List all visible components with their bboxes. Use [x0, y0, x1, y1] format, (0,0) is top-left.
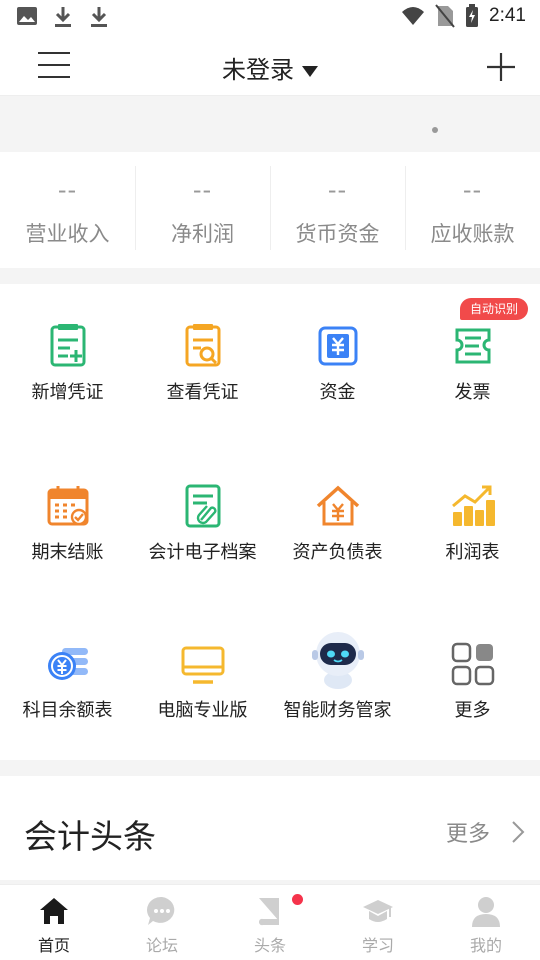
profit-chart-icon [452, 485, 495, 526]
download-icon [91, 7, 107, 27]
tab-label: 论坛 [145, 936, 178, 955]
bottom-tab-bar: 首页 论坛 头条 学习 我的 [0, 884, 540, 960]
tab-label: 首页 [37, 936, 70, 955]
tab-headlines[interactable]: 头条 [216, 885, 324, 960]
caret-down-icon [302, 65, 318, 77]
headlines-section: 会计头条 更多 [0, 776, 540, 880]
robot-icon [312, 632, 364, 689]
stat-label: 净利润 [171, 222, 234, 246]
no-sim-icon [435, 4, 455, 28]
carousel-dot [474, 127, 480, 133]
smart-finance-assistant-button[interactable]: 智能财务管家 [270, 602, 405, 752]
auto-recognize-badge: 自动识别 [460, 298, 528, 320]
forum-icon [147, 896, 175, 925]
carousel-indicator [432, 127, 494, 133]
tab-home[interactable]: 首页 [0, 885, 108, 960]
home-icon [40, 898, 68, 924]
add-voucher-icon [50, 324, 86, 367]
status-bar: 2:41 [0, 0, 540, 36]
e-archive-button[interactable]: 会计电子档案 [135, 444, 270, 594]
grid-item-label: 智能财务管家 [283, 700, 392, 721]
balance-sheet-button[interactable]: 资产负债表 [270, 444, 405, 594]
headlines-icon [258, 898, 279, 926]
funds-icon [318, 326, 358, 366]
account-balance-button[interactable]: 科目余额表 [0, 602, 135, 752]
stat-cash[interactable]: -- 货币资金 [270, 152, 405, 268]
stat-value: -- [462, 176, 483, 204]
unread-dot [292, 894, 303, 905]
grid-item-label: 会计电子档案 [148, 542, 257, 563]
stat-label: 应收账款 [430, 222, 515, 246]
desktop-icon [181, 646, 225, 684]
period-close-button[interactable]: 期末结账 [0, 444, 135, 594]
stat-value: -- [57, 176, 78, 204]
chevron-right-icon[interactable] [510, 820, 526, 844]
grid-item-label: 资产负债表 [292, 542, 383, 563]
stat-revenue[interactable]: -- 营业收入 [0, 152, 135, 268]
clock: 2:41 [489, 5, 526, 26]
account-switcher[interactable]: 未登录 [0, 50, 540, 85]
tab-label: 头条 [253, 936, 286, 955]
stat-receivables[interactable]: -- 应收账款 [405, 152, 540, 268]
profit-statement-button[interactable]: 利润表 [405, 444, 540, 594]
page-title: 未登录 [222, 56, 294, 84]
banner-carousel[interactable] [0, 97, 540, 151]
function-grid: 新增凭证 查看凭证 资金 发票 期末结账 会计电子档案 资产负债表 利润表 科目… [0, 284, 540, 760]
carousel-dot [432, 127, 438, 133]
add-icon[interactable] [486, 52, 516, 82]
stat-value: -- [192, 176, 213, 204]
profile-icon [472, 897, 500, 927]
battery-charging-icon [466, 4, 479, 27]
section-title: 会计头条 [24, 817, 156, 856]
wifi-icon [402, 7, 425, 25]
balance-sheet-icon [316, 485, 360, 526]
more-grid-icon [451, 642, 495, 686]
tab-study[interactable]: 学习 [324, 885, 432, 960]
funds-button[interactable]: 资金 [270, 284, 405, 434]
stat-label: 营业收入 [25, 222, 110, 246]
download-icon [55, 7, 71, 27]
grid-item-label: 查看凭证 [166, 382, 239, 403]
more-link[interactable]: 更多 [446, 816, 490, 848]
app-header: 未登录 [0, 36, 540, 96]
grid-item-label: 电脑专业版 [157, 700, 248, 721]
grid-item-label: 利润表 [445, 542, 500, 563]
period-close-icon [47, 486, 89, 526]
grid-item-label: 更多 [454, 700, 491, 721]
stat-label: 货币资金 [295, 222, 380, 246]
more-functions-button[interactable]: 更多 [405, 602, 540, 752]
tab-profile[interactable]: 我的 [432, 885, 540, 960]
image-notification-icon [17, 7, 37, 25]
grid-item-label: 资金 [319, 382, 356, 403]
tab-label: 学习 [361, 936, 394, 955]
stat-net-profit[interactable]: -- 净利润 [135, 152, 270, 268]
carousel-dot [460, 127, 466, 133]
view-voucher-icon [185, 324, 221, 367]
grid-item-label: 期末结账 [31, 542, 104, 563]
tab-label: 我的 [469, 936, 502, 955]
view-voucher-button[interactable]: 查看凭证 [135, 284, 270, 434]
stat-value: -- [327, 176, 348, 204]
add-voucher-button[interactable]: 新增凭证 [0, 284, 135, 434]
e-archive-icon [185, 484, 221, 528]
tab-forum[interactable]: 论坛 [108, 885, 216, 960]
invoice-icon [455, 328, 491, 364]
carousel-dot [488, 127, 494, 133]
study-icon [363, 900, 393, 922]
grid-item-label: 新增凭证 [31, 382, 104, 403]
account-balance-icon [48, 648, 88, 680]
financial-summary: -- 营业收入 -- 净利润 -- 货币资金 -- 应收账款 [0, 152, 540, 268]
carousel-dot [446, 127, 452, 133]
grid-item-label: 科目余额表 [22, 700, 113, 721]
grid-item-label: 发票 [454, 382, 491, 403]
desktop-pro-button[interactable]: 电脑专业版 [135, 602, 270, 752]
